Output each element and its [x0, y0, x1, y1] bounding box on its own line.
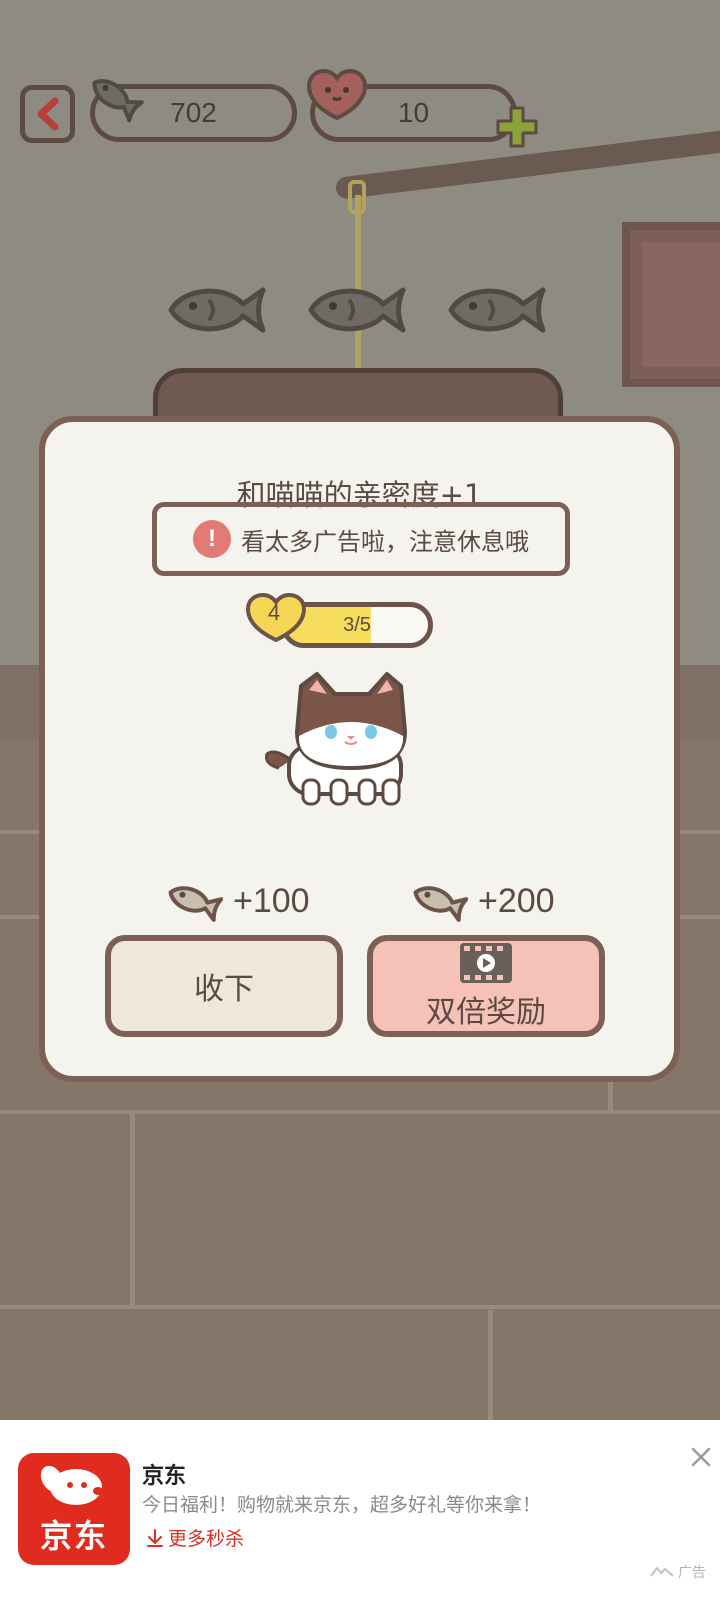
video-icon: [460, 943, 512, 983]
double-reward-button[interactable]: 双倍奖励: [367, 935, 605, 1037]
download-icon: [147, 1528, 163, 1547]
reward-dialog: 和喵喵的亲密度+1 ! 看太多广告啦，注意休息哦 3/5 4 +100 +200…: [39, 416, 680, 1082]
reward-amount: +100: [233, 881, 310, 920]
collect-button-label: 收下: [194, 972, 254, 1007]
ad-warning-box: ! 看太多广告啦，注意休息哦: [152, 502, 570, 576]
jd-logo: 京东: [18, 1453, 130, 1565]
chevron-left-icon: [37, 97, 58, 131]
ad-link-label: 更多秒杀: [168, 1528, 245, 1550]
fish-treat-icon: [308, 287, 406, 333]
fish-icon: [168, 886, 223, 922]
rod-knot: [348, 180, 366, 214]
heart-icon: [306, 68, 368, 121]
intimacy-level: 3/5 4: [245, 592, 445, 650]
reward-single: +100: [165, 877, 310, 925]
level-number: 4: [267, 600, 281, 625]
close-icon[interactable]: [686, 1442, 716, 1472]
jd-logo-text: 京东: [39, 1517, 108, 1555]
heart-count: 10: [397, 97, 430, 128]
collect-button[interactable]: 收下: [105, 935, 343, 1037]
ad-banner[interactable]: 京东 京东 今日福利！购物就来京东，超多好礼等你来拿！ 更多秒杀 广告: [0, 1420, 720, 1600]
cat-icon: [265, 672, 407, 806]
progress-text: 3/5: [343, 614, 371, 636]
ad-link[interactable]: 更多秒杀: [146, 1524, 244, 1551]
ad-description: 今日福利！购物就来京东，超多好礼等你来拿！: [142, 1494, 542, 1516]
ad-network-icon: [650, 1566, 674, 1577]
fish-treat-icon: [448, 287, 546, 333]
wall-picture: [622, 222, 720, 387]
reward-double: +200: [410, 877, 555, 925]
ad-tag: 广告: [649, 1562, 706, 1582]
warning-text: 看太多广告啦，注意休息哦: [241, 527, 529, 556]
fish-icon: [92, 79, 144, 123]
back-button[interactable]: [20, 85, 75, 143]
warning-icon: !: [193, 520, 231, 558]
ad-tag-label: 广告: [678, 1565, 706, 1581]
fish-treat-icon: [168, 287, 266, 333]
reward-amount: +200: [478, 881, 555, 920]
add-hearts-button[interactable]: [494, 104, 540, 150]
fish-count: 702: [170, 97, 217, 128]
double-reward-label: 双倍奖励: [426, 995, 546, 1030]
fish-icon: [413, 886, 468, 922]
ad-title: 京东: [142, 1464, 187, 1489]
